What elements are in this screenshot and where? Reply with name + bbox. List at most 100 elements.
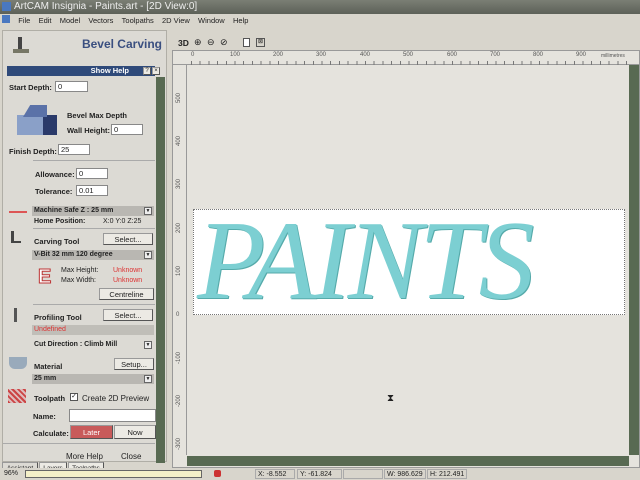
centreline-button[interactable]: Centreline: [99, 288, 154, 300]
status-empty: [343, 469, 383, 479]
help-button[interactable]: ?: [143, 67, 151, 75]
material-dropdown[interactable]: 25 mm ▼: [32, 374, 154, 384]
material-value: 25 mm: [34, 375, 57, 382]
top-ruler: 0 100 200 300 400 500 600 700 800 900 mi…: [173, 51, 639, 65]
finish-depth-label: Finish Depth:: [9, 147, 57, 156]
tolerance-label: Tolerance:: [35, 187, 73, 196]
home-position-value: X:0 Y:0 Z:25: [103, 218, 142, 225]
ruler-label: 200: [176, 222, 183, 234]
wall-height-label: Wall Height:: [67, 126, 111, 135]
stop-icon[interactable]: [214, 470, 221, 477]
ruler-label: 500: [176, 92, 183, 104]
zoom-level: 96%: [4, 470, 19, 477]
profiling-tool-select-button[interactable]: Select...: [103, 309, 153, 321]
max-height-value: Unknown: [113, 267, 143, 274]
show-help-label: Show Help: [90, 66, 129, 75]
page-icon[interactable]: [243, 38, 250, 47]
title-bar: ArtCAM Insignia - Paints.art - [2D View:…: [0, 0, 640, 14]
profiling-tool-label: Profiling Tool: [34, 313, 82, 322]
menu-model[interactable]: Model: [60, 16, 80, 25]
ruler-label: 800: [533, 52, 544, 58]
ruler-label: 100: [176, 265, 183, 277]
ruler-units: millimetres: [601, 53, 625, 59]
ruler-label: -100: [176, 351, 183, 365]
wall-height-input[interactable]: 0: [111, 124, 143, 135]
name-label: Name:: [33, 412, 56, 421]
calculate-label: Calculate:: [33, 429, 69, 438]
3d-view-button[interactable]: 3D: [178, 38, 189, 48]
machine-safe-z-value: Machine Safe Z : 25 mm: [34, 207, 114, 214]
menu-2d-view[interactable]: 2D View: [162, 16, 190, 25]
ruler-label: 900: [576, 52, 587, 58]
zoom-extents-icon[interactable]: ⊠: [256, 38, 265, 47]
ruler-label: 500: [403, 52, 414, 58]
create-preview-checkbox[interactable]: ✓: [70, 393, 78, 401]
carving-tool-select-button[interactable]: Select...: [103, 233, 153, 245]
ruler-label: 100: [230, 52, 241, 58]
finish-depth-input[interactable]: 25: [58, 144, 90, 155]
zoom-in-icon[interactable]: ⊕: [194, 37, 202, 48]
material-setup-button[interactable]: Setup...: [114, 358, 154, 370]
hourglass-cursor-icon: ⧗: [387, 393, 395, 404]
chevron-down-icon: ▼: [144, 341, 152, 349]
cut-direction-dropdown[interactable]: Cut Direction : Climb Mill ▼: [32, 340, 154, 350]
menu-window[interactable]: Window: [198, 16, 225, 25]
home-position-label: Home Position:: [34, 218, 86, 225]
zoom-previous-icon[interactable]: ⊘: [220, 37, 228, 48]
view-toolbar: 3D ⊕ ⊖ ⊘ ⊠: [172, 36, 640, 50]
doc-icon: [2, 15, 10, 23]
tolerance-input[interactable]: 0.01: [76, 185, 108, 196]
cursor-y: Y: -61.824: [297, 469, 342, 479]
assistant-panel: Bevel Carving Show Help ? × Start Depth:…: [2, 30, 167, 463]
chevron-down-icon: ▼: [144, 207, 152, 215]
start-depth-input[interactable]: 0: [55, 81, 88, 92]
menu-bar: File Edit Model Vectors Toolpaths 2D Vie…: [0, 14, 640, 28]
ruler-label: -300: [176, 437, 183, 451]
panel-scrollbar[interactable]: [156, 77, 165, 463]
panel-title: Bevel Carving: [81, 37, 162, 51]
ruler-label: 700: [490, 52, 501, 58]
ruler-label: 200: [273, 52, 284, 58]
machine-safe-z-icon: [9, 205, 27, 213]
menu-help[interactable]: Help: [233, 16, 248, 25]
close-link[interactable]: Close: [121, 452, 141, 461]
divider: [3, 443, 155, 444]
machine-safe-z-dropdown[interactable]: Machine Safe Z : 25 mm ▼: [32, 206, 154, 216]
toolpath-label: Toolpath: [34, 394, 66, 403]
cut-direction-value: Cut Direction : Climb Mill: [34, 341, 118, 348]
vertical-scrollbar[interactable]: [629, 65, 639, 455]
ruler-label: 600: [447, 52, 458, 58]
ruler-label: 0: [191, 52, 195, 58]
artwork-text[interactable]: PAINTS: [197, 205, 623, 317]
horizontal-scrollbar[interactable]: [187, 456, 629, 466]
calculate-now-button[interactable]: Now: [114, 425, 156, 439]
menu-vectors[interactable]: Vectors: [88, 16, 113, 25]
profiling-tool-icon: [14, 308, 17, 322]
more-help-link[interactable]: More Help: [66, 452, 103, 461]
2d-view[interactable]: 0 100 200 300 400 500 600 700 800 900 mi…: [172, 50, 640, 468]
menu-edit[interactable]: Edit: [39, 16, 52, 25]
calculate-later-button[interactable]: Later: [70, 425, 113, 439]
toolpath-icon: [8, 389, 26, 403]
left-ruler: 500 400 300 200 100 0 -100 -200 -300: [173, 65, 187, 455]
zoom-out-icon[interactable]: ⊖: [207, 37, 215, 48]
carving-tool-dropdown[interactable]: V-Bit 32 mm 120 degree ▼: [32, 250, 154, 260]
material-icon: [9, 357, 27, 369]
progress-bar: [25, 470, 202, 478]
bevel-tool-icon: [11, 37, 31, 55]
divider: [33, 160, 155, 161]
carving-tool-icon: [11, 231, 21, 243]
carving-tool-value: V-Bit 32 mm 120 degree: [34, 251, 113, 258]
menu-toolpaths[interactable]: Toolpaths: [122, 16, 154, 25]
cursor-x: X: -8.552: [255, 469, 295, 479]
close-help-button[interactable]: ×: [152, 67, 160, 75]
show-help-bar[interactable]: Show Help: [7, 66, 155, 76]
menu-file[interactable]: File: [18, 16, 30, 25]
chevron-down-icon: ▼: [144, 375, 152, 383]
status-bar: 96% X: -8.552 Y: -61.824 W: 986.629 H: 2…: [0, 468, 640, 480]
ruler-label: 300: [176, 178, 183, 190]
allowance-input[interactable]: 0: [76, 168, 108, 179]
carving-tool-label: Carving Tool: [34, 237, 80, 246]
max-width-value: Unknown: [113, 277, 143, 284]
toolpath-name-input[interactable]: [69, 409, 156, 422]
